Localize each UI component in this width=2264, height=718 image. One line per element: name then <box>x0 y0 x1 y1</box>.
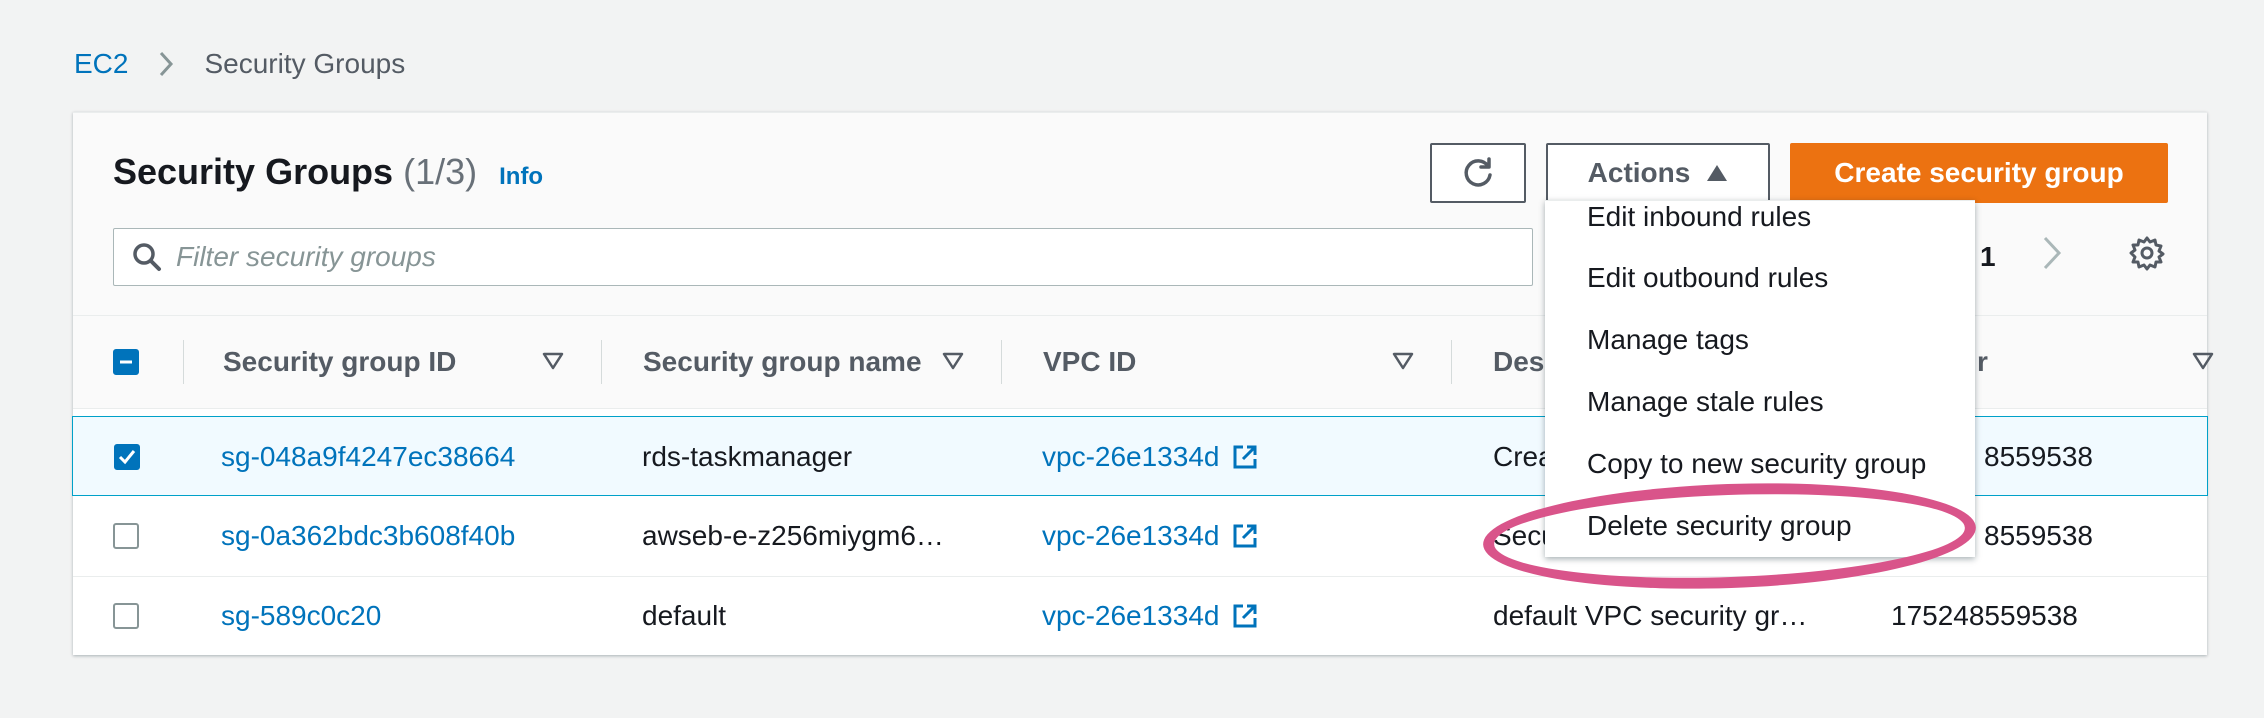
caret-up-icon <box>1707 165 1728 181</box>
search-icon <box>133 243 161 271</box>
vpc-id-link[interactable]: vpc-26e1334d <box>1042 496 1259 576</box>
row-checkbox[interactable] <box>113 603 139 629</box>
refresh-icon <box>1464 157 1492 187</box>
column-divider <box>1001 340 1002 384</box>
column-header-vpc-id[interactable]: VPC ID <box>1043 316 1136 408</box>
external-link-icon <box>1233 604 1257 628</box>
owner-cell: 175248559538 <box>1891 600 2078 631</box>
security-group-id-link[interactable]: sg-0a362bdc3b608f40b <box>221 496 515 576</box>
vpc-id-link[interactable]: vpc-26e1334d <box>1042 576 1259 656</box>
filter-box[interactable] <box>113 228 1533 286</box>
current-page-number[interactable]: 1 <box>1980 241 1996 273</box>
menu-item-manage-tags[interactable]: Manage tags <box>1587 324 1749 356</box>
vpc-id-text: vpc-26e1334d <box>1042 520 1220 551</box>
owner-cell: 8559538 <box>1984 520 2094 551</box>
security-group-name: awseb-e-z256miygm6… <box>642 520 944 551</box>
breadcrumb-ec2-link[interactable]: EC2 <box>74 48 128 80</box>
settings-gear-icon <box>2129 236 2165 271</box>
actions-dropdown-button[interactable]: Actions <box>1546 143 1770 203</box>
owner-cell: 8559538 <box>1984 441 2094 472</box>
selection-count: (1/3) <box>403 151 478 192</box>
refresh-button[interactable] <box>1430 143 1526 203</box>
security-group-id-link[interactable]: sg-048a9f4247ec38664 <box>221 417 515 497</box>
column-header-security-group-name[interactable]: Security group name <box>643 316 922 408</box>
sort-caret-icon[interactable] <box>541 349 565 373</box>
menu-item-edit-outbound-rules[interactable]: Edit outbound rules <box>1587 262 1828 294</box>
row-checkbox[interactable] <box>113 523 139 549</box>
column-header-owner[interactable]: r <box>1977 316 1988 408</box>
vpc-id-link[interactable]: vpc-26e1334d <box>1042 417 1259 497</box>
external-link-icon <box>1233 445 1257 469</box>
page-title: Security Groups (1/3) Info <box>113 151 543 193</box>
column-divider <box>601 340 602 384</box>
row-checkbox[interactable] <box>114 444 140 470</box>
menu-item-manage-stale-rules[interactable]: Manage stale rules <box>1587 386 1824 418</box>
sort-caret-icon[interactable] <box>2191 349 2215 373</box>
column-header-security-group-id[interactable]: Security group ID <box>223 316 456 408</box>
breadcrumb: EC2 Security Groups <box>74 44 405 84</box>
chevron-right-icon <box>2043 236 2062 270</box>
sort-caret-icon[interactable] <box>1391 349 1415 373</box>
title-text: Security Groups <box>113 151 394 192</box>
table-row[interactable]: sg-589c0c20 default vpc-26e1334d default… <box>73 576 2207 656</box>
security-group-id-link[interactable]: sg-589c0c20 <box>221 576 381 656</box>
create-security-group-button[interactable]: Create security group <box>1790 143 2168 203</box>
column-divider <box>183 340 184 384</box>
table-settings-button[interactable] <box>2129 235 2165 276</box>
menu-item-copy-to-new-security-group[interactable]: Copy to new security group <box>1587 448 1926 480</box>
sort-caret-icon[interactable] <box>941 349 965 373</box>
vpc-id-text: vpc-26e1334d <box>1042 441 1220 472</box>
menu-item-edit-inbound-rules[interactable]: Edit inbound rules <box>1587 201 1811 233</box>
security-group-name: default <box>642 600 727 631</box>
column-divider <box>1451 340 1452 384</box>
info-link[interactable]: Info <box>499 163 543 191</box>
chevron-right-icon <box>158 51 174 77</box>
external-link-icon <box>1233 524 1257 548</box>
select-all-checkbox[interactable] <box>113 349 139 375</box>
next-page-button[interactable] <box>2041 235 2063 276</box>
breadcrumb-current: Security Groups <box>204 48 406 79</box>
actions-label: Actions <box>1587 157 1691 188</box>
vpc-id-text: vpc-26e1334d <box>1042 600 1220 631</box>
filter-input[interactable] <box>174 240 1478 274</box>
security-group-name: rds-taskmanager <box>642 441 853 472</box>
